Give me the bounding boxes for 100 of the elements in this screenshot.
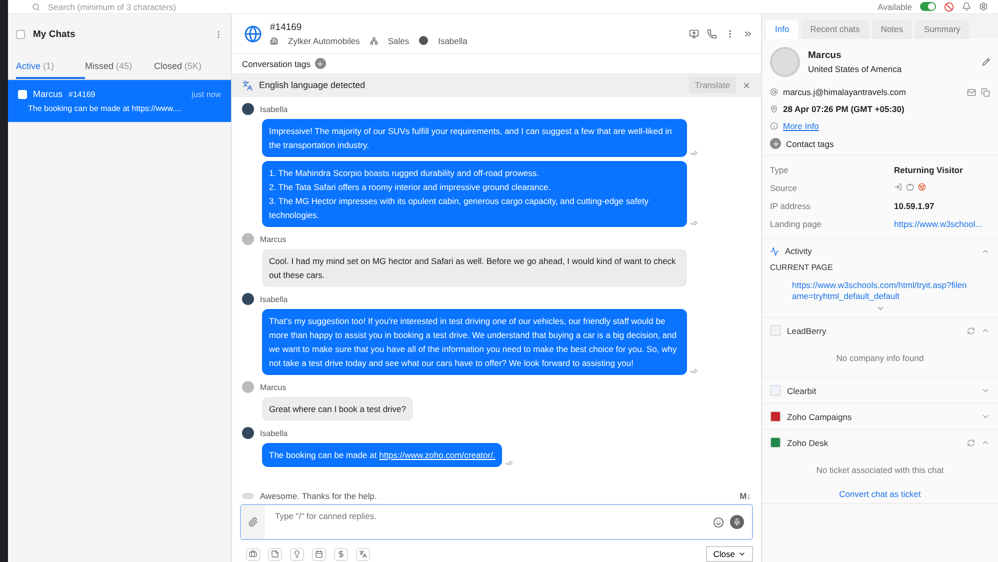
expand-icon[interactable] <box>981 412 990 421</box>
select-all-checkbox[interactable] <box>16 30 25 38</box>
note-icon[interactable] <box>268 548 282 560</box>
visitor-avatar <box>770 47 800 77</box>
translate-icon[interactable] <box>356 548 370 560</box>
department-icon <box>370 36 378 44</box>
sender-avatar <box>242 233 254 245</box>
info-tab[interactable]: Info <box>766 20 798 39</box>
integration-name: Zoho Campaigns <box>787 412 853 422</box>
chat-tab[interactable]: Missed (45) <box>85 54 154 79</box>
markdown-label: M↓ <box>740 491 751 501</box>
detail-label: Landing page <box>770 219 823 229</box>
screen-share-icon[interactable] <box>689 28 699 38</box>
agent-avatar <box>419 36 428 45</box>
briefcase-icon[interactable] <box>246 548 260 560</box>
read-receipt-icon <box>505 459 514 467</box>
more-info-link[interactable]: More Info <box>783 121 819 131</box>
chat-id: #14169 <box>68 90 96 98</box>
message-link[interactable]: https://www.zoho.com/creator/. <box>379 450 496 460</box>
chat-list-item[interactable]: Marcus #14169 just now The booking can be made at https://www.... <box>8 80 231 122</box>
message-input[interactable]: Type "/" for canned replies. <box>265 511 713 521</box>
visitor-name: Marcus <box>33 89 63 99</box>
message-composer[interactable]: Type "/" for canned replies. <box>240 504 753 540</box>
emoji-icon[interactable] <box>713 516 724 528</box>
panel-title: My Chats <box>33 28 76 40</box>
read-receipt-icon <box>690 367 698 375</box>
collapse-icon[interactable] <box>743 28 753 38</box>
activity-icon <box>770 246 779 256</box>
building-icon <box>270 36 278 44</box>
conversation-tags-label: Conversation tags <box>242 58 311 68</box>
at-icon <box>770 88 778 96</box>
current-page-label: CURRENT PAGE <box>769 263 834 274</box>
message-bubble: That's my suggestion too! If you're interested in test driving one of our vehicles, our friendly staff would be more than happy to assist you in booking a test drive. We understand that buying a car is a big decision, and we want to make sure that you have all of the information you need to make the best choice for you. So, why not take a test drive today and see what our cars have to offer? We look forward to assisting you! <box>262 309 687 375</box>
blocked-icon[interactable] <box>944 2 954 12</box>
collapse-icon[interactable] <box>981 438 990 447</box>
read-receipt-icon <box>690 219 698 227</box>
globe-icon <box>244 24 262 42</box>
department-name: Sales <box>388 36 410 46</box>
refresh-icon[interactable] <box>967 326 975 334</box>
chat-tab[interactable]: Closed (5K) <box>154 54 223 79</box>
apple-icon <box>906 183 914 191</box>
availability-toggle[interactable] <box>920 2 936 11</box>
expand-icon[interactable] <box>981 386 990 395</box>
chat-preview: The booking can be made at https://www.... <box>27 104 182 113</box>
add-contact-tag-button[interactable] <box>770 138 781 149</box>
sender-name: Isabella <box>260 428 288 438</box>
empty-message: No ticket associated with this chat <box>815 464 945 477</box>
login-icon <box>894 183 902 191</box>
integration-name: LeadBerry <box>787 326 828 336</box>
search-field[interactable]: Search (minimum of 3 characters) <box>48 2 870 12</box>
sender-name: Isabella <box>260 294 288 304</box>
sender-avatar <box>242 103 254 115</box>
dollar-icon[interactable] <box>334 548 348 560</box>
sender-avatar <box>242 427 254 439</box>
read-receipt-icon <box>690 149 698 157</box>
info-tab[interactable]: Summary <box>915 20 970 39</box>
edit-icon[interactable] <box>982 58 990 66</box>
local-time: 28 Apr 07:26 PM (GMT +05:30) <box>783 104 904 114</box>
phone-icon[interactable] <box>707 28 717 38</box>
calendar-icon[interactable] <box>312 548 326 560</box>
close-icon[interactable] <box>742 80 751 90</box>
detail-label: IP address <box>770 201 812 211</box>
typing-preview: Awesome. Thanks for the help. <box>260 491 378 501</box>
lightbulb-icon[interactable] <box>290 548 304 560</box>
info-icon <box>770 122 778 130</box>
visitor-email: marcus.j@himalayantravels.com <box>783 87 907 97</box>
attach-icon[interactable] <box>248 517 258 527</box>
sender-name: Marcus <box>260 382 286 392</box>
mail-icon[interactable] <box>967 88 976 96</box>
refresh-icon[interactable] <box>967 438 975 446</box>
message-bubble: Cool. I had my mind set on MG hector and Safari as well. Before we go ahead, I would kind of want to check out these cars. <box>262 249 687 287</box>
availability-label: Available <box>878 2 912 12</box>
notifications-icon[interactable] <box>962 2 971 11</box>
landing-page-link[interactable]: https://www.w3school... <box>894 219 990 229</box>
add-tag-button[interactable] <box>314 58 326 69</box>
convert-ticket-link[interactable]: Convert chat as ticket <box>762 489 998 503</box>
sender-avatar <box>242 381 254 393</box>
copy-icon[interactable] <box>981 88 990 96</box>
sender-name: Marcus <box>260 234 286 244</box>
settings-icon[interactable] <box>979 2 988 11</box>
mic-button[interactable] <box>730 515 744 529</box>
section-title: Activity <box>785 246 813 256</box>
expand-icon[interactable] <box>876 304 884 313</box>
message-bubble: The booking can be made at https://www.zoho.com/creator/. <box>262 443 502 467</box>
message-bubble: Great where can I book a test drive? <box>262 397 414 421</box>
translate-button[interactable]: Translate <box>688 77 736 93</box>
info-tab[interactable]: Notes <box>872 20 912 39</box>
search-icon <box>32 2 40 10</box>
chat-time: just now <box>192 90 221 98</box>
visitor-country: United States of America <box>808 64 903 74</box>
collapse-icon[interactable] <box>981 326 990 335</box>
chat-checkbox[interactable] <box>18 90 27 98</box>
current-page-link[interactable]: https://www.w3schools.com/html/tryit.asp?filename=tryhtml_default_default <box>762 276 998 304</box>
integration-name: Zoho Desk <box>787 438 830 448</box>
close-button[interactable]: Close <box>706 546 753 562</box>
message-bubble: Impressive! The majority of our SUVs fulfill your requirements, and I can suggest a few that are well-liked in the transportation industry. <box>262 119 687 157</box>
info-tab[interactable]: Recent chats <box>801 20 869 39</box>
detail-label: Source <box>770 183 798 193</box>
mic-icon <box>733 518 741 526</box>
message-bubble: 1. The Mahindra Scorpio boasts rugged durability and off-road prowess. 2. The Tata Safari offers a roomy interior and impressive ground clearance. 3. The MG Hector impresses with its opulent cabin, generous cargo capacity, and cutting-edge safety technologies. <box>262 161 687 227</box>
